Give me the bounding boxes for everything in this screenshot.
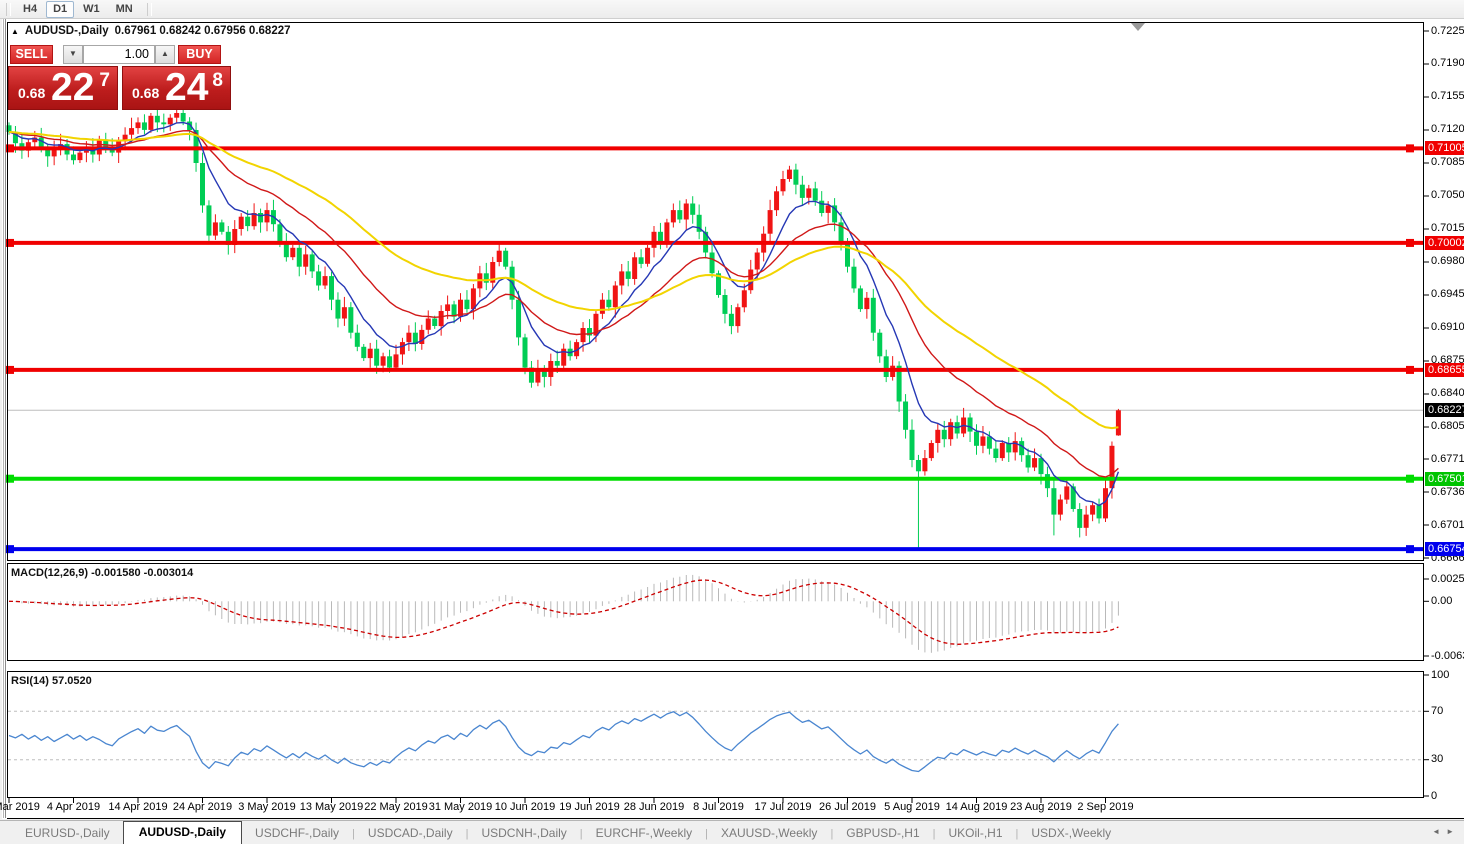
sell-button[interactable]: SELL xyxy=(10,45,53,64)
buy-big-figure: 0.68 xyxy=(132,85,160,101)
tab-usdchf-daily[interactable]: USDCHF-,Daily xyxy=(242,823,352,844)
tab-ukoil-h1[interactable]: UKOil-,H1 xyxy=(936,823,1016,844)
price-tick-label: 0.69450 xyxy=(1431,288,1464,301)
price-tick-label: 0.71200 xyxy=(1431,123,1464,136)
symbol-label: AUDUSD-,Daily xyxy=(24,25,109,37)
time-axis-label: 31 May 2019 xyxy=(428,801,493,813)
title-arrow-icon: ▲ xyxy=(11,26,19,36)
trading-platform-window: H4 D1 W1 MN ▲ AUDUSD-,Daily 0.67961 0.68242… xyxy=(0,0,1464,844)
buy-button[interactable]: BUY xyxy=(178,45,221,64)
buy-price-display[interactable]: 0.68 24 8 xyxy=(122,66,231,110)
tab-eurchf-weekly[interactable]: EURCHF-,Weekly xyxy=(583,823,705,844)
chart-canvas[interactable] xyxy=(0,0,1464,844)
rsi-axis-label: 0 xyxy=(1431,789,1438,802)
macd-axis-label: 0.00 xyxy=(1431,594,1453,607)
volume-input[interactable]: 1.00 xyxy=(83,45,155,64)
tab-xauusd-weekly[interactable]: XAUUSD-,Weekly xyxy=(708,823,830,844)
price-tick-label: 0.70150 xyxy=(1431,222,1464,235)
buy-pips: 24 xyxy=(165,66,209,109)
price-tick-label: 0.72250 xyxy=(1431,24,1464,37)
price-tick-label: 0.71550 xyxy=(1431,90,1464,103)
time-axis-label: 23 Aug 2019 xyxy=(1010,801,1072,813)
buy-pipette: 8 xyxy=(212,70,223,91)
volume-decrease-button[interactable]: ▼ xyxy=(63,45,83,64)
tab-gbpusd-h1[interactable]: GBPUSD-,H1 xyxy=(833,823,932,844)
time-axis-label: 26 Jul 2019 xyxy=(819,801,876,813)
price-badge-0.66754: 0.66754 xyxy=(1425,542,1464,557)
time-axis-label: 3 May 2019 xyxy=(238,801,296,813)
tab-audusd-daily[interactable]: AUDUSD-,Daily xyxy=(122,821,243,844)
price-badge-0.67501: 0.67501 xyxy=(1425,471,1464,486)
price-badge-0.70002: 0.70002 xyxy=(1425,235,1464,250)
volume-increase-button[interactable]: ▲ xyxy=(155,45,175,64)
price-badge-0.68227: 0.68227 xyxy=(1425,403,1464,418)
ohlc-values: 0.67961 0.68242 0.67956 0.68227 xyxy=(114,25,291,37)
macd-axis-label: -0.006326 xyxy=(1431,649,1464,662)
chart-shift-marker-icon[interactable] xyxy=(1131,23,1145,31)
tab-usdx-weekly[interactable]: USDX-,Weekly xyxy=(1018,823,1124,844)
price-tick-label: 0.71900 xyxy=(1431,57,1464,70)
price-tick-label: 0.69100 xyxy=(1431,321,1464,334)
time-axis-label: 19 Jun 2019 xyxy=(559,801,620,813)
time-axis-label: 26 Mar 2019 xyxy=(0,801,40,813)
rsi-axis-label: 70 xyxy=(1431,704,1444,717)
tab-eurusd-daily[interactable]: EURUSD-,Daily xyxy=(12,823,123,844)
price-tick-label: 0.68050 xyxy=(1431,420,1464,433)
up-arrow-icon: ▲ xyxy=(161,49,169,58)
price-tick-label: 0.69800 xyxy=(1431,255,1464,268)
sell-pips: 22 xyxy=(51,66,95,109)
time-axis-label: 14 Apr 2019 xyxy=(108,801,168,813)
chart-title: ▲ AUDUSD-,Daily 0.67961 0.68242 0.67956 … xyxy=(11,25,291,37)
time-axis-label: 10 Jun 2019 xyxy=(494,801,556,813)
rsi-axis-label: 100 xyxy=(1431,668,1450,681)
time-axis-label: 22 May 2019 xyxy=(364,801,428,813)
time-axis-label: 5 Aug 2019 xyxy=(884,801,940,813)
chart-tab-bar: EURUSD-,Daily AUDUSD-,Daily USDCHF-,Daily |… xyxy=(0,820,1464,844)
price-badge-0.68655: 0.68655 xyxy=(1425,362,1464,377)
time-axis-label: 4 Apr 2019 xyxy=(46,801,101,813)
down-arrow-icon: ▼ xyxy=(69,49,77,58)
tab-scroll-left-icon[interactable]: ◄ xyxy=(1432,827,1446,836)
time-axis-label: 28 Jun 2019 xyxy=(623,801,685,813)
price-tick-label: 0.70850 xyxy=(1431,156,1464,169)
tab-scroll-right-icon[interactable]: ► xyxy=(1446,827,1460,836)
rsi-axis-label: 30 xyxy=(1431,753,1444,766)
tab-usdcad-daily[interactable]: USDCAD-,Daily xyxy=(355,823,466,844)
rsi-label: RSI(14) 57.0520 xyxy=(11,675,92,687)
time-axis-label: 2 Sep 2019 xyxy=(1077,801,1134,813)
price-tick-label: 0.67010 xyxy=(1431,518,1464,531)
time-axis-label: 8 Jul 2019 xyxy=(693,801,744,813)
tab-scroll-arrows: ◄► xyxy=(1432,827,1460,836)
price-tick-label: 0.67710 xyxy=(1431,452,1464,465)
price-tick-label: 0.70500 xyxy=(1431,189,1464,202)
macd-label: MACD(12,26,9) -0.001580 -0.003014 xyxy=(11,567,194,579)
time-axis-label: 13 May 2019 xyxy=(299,801,364,813)
macd-axis-label: 0.002574 xyxy=(1431,572,1464,585)
sell-price-display[interactable]: 0.68 22 7 xyxy=(8,66,118,110)
time-axis-label: 14 Aug 2019 xyxy=(945,801,1008,813)
price-tick-label: 0.67360 xyxy=(1431,485,1464,498)
sell-pipette: 7 xyxy=(99,70,110,91)
tab-usdcnh-daily[interactable]: USDCNH-,Daily xyxy=(468,823,579,844)
price-tick-label: 0.68400 xyxy=(1431,387,1464,400)
sell-big-figure: 0.68 xyxy=(18,85,46,101)
price-badge-0.71005: 0.71005 xyxy=(1425,141,1464,156)
time-axis-label: 24 Apr 2019 xyxy=(172,801,233,813)
time-axis-label: 17 Jul 2019 xyxy=(754,801,812,813)
